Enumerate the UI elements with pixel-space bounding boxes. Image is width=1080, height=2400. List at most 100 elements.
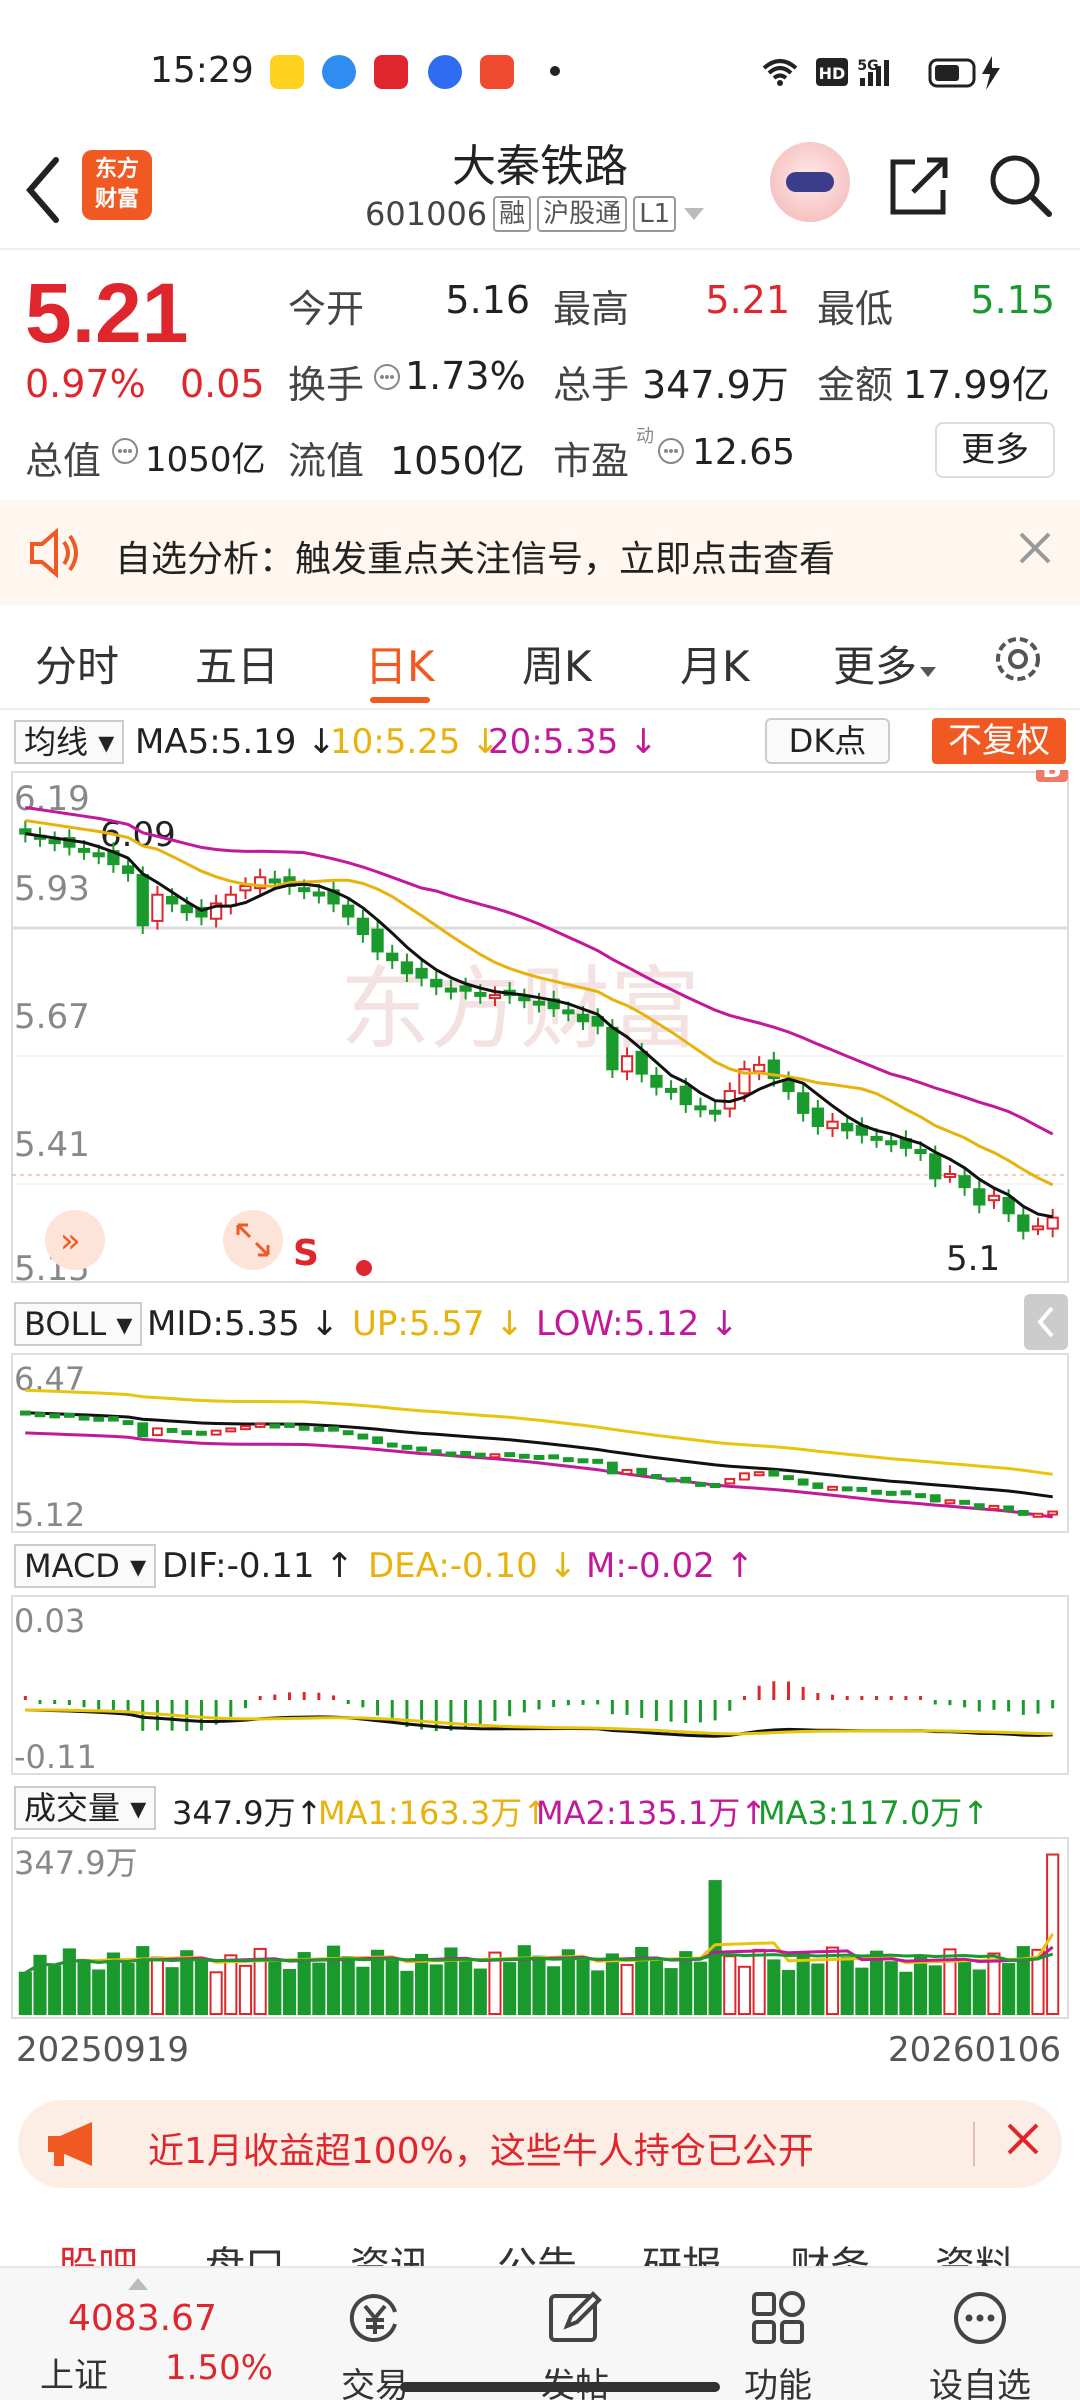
volume-bar [429, 1964, 443, 2015]
candle-body [650, 1074, 663, 1088]
share-icon[interactable] [885, 150, 955, 220]
subtab-research[interactable]: 研报 [642, 2234, 722, 2268]
tab-five-day[interactable]: 五日 [195, 633, 279, 694]
volume-value: 347.9万↑ [172, 1794, 323, 1832]
volume-bar [767, 1959, 781, 2015]
candle-body [77, 847, 91, 853]
index-value[interactable]: 4083.67 [68, 2298, 217, 2339]
info-icon[interactable] [110, 436, 140, 466]
volume-selector[interactable]: 成交量 ▾ [14, 1786, 157, 1830]
ma-selector[interactable]: 均线 ▾ [14, 720, 125, 764]
volume-bar [165, 1967, 179, 2015]
gear-icon[interactable] [990, 631, 1046, 687]
promo-banner[interactable]: 近1月收益超100%，这些牛人持仓已公开 [18, 2100, 1062, 2188]
notice-banner[interactable]: 自选分析：触发重点关注信号，立即点击查看 [0, 500, 1080, 605]
candle-body [635, 1050, 648, 1075]
ma20-value: 20:5.35 ↓ [488, 722, 658, 762]
dif-text: DIF:-0.11 [162, 1546, 315, 1586]
ma-selector-label: 均线 [24, 723, 89, 761]
info-icon[interactable] [372, 362, 402, 392]
boll-candle [386, 1442, 398, 1448]
boll-candle [107, 1416, 119, 1422]
boll-candle [225, 1427, 237, 1433]
ai-assistant-icon[interactable] [770, 142, 850, 222]
search-icon[interactable] [985, 150, 1055, 220]
tab-monthly-k[interactable]: 月K [680, 633, 750, 694]
subtab-profile[interactable]: 资料 [935, 2234, 1015, 2268]
info-icon[interactable] [656, 436, 686, 466]
dropdown-triangle-icon [920, 667, 937, 677]
volume-bar [194, 1960, 209, 2015]
candle-body [562, 1009, 575, 1015]
subtab-orderbook[interactable]: 盘口 [205, 2234, 285, 2268]
m-value: M:-0.02 ↑ [586, 1546, 755, 1586]
boll-candle [489, 1453, 501, 1459]
dif-line [25, 1708, 1053, 1738]
subtab-announcements[interactable]: 公告 [497, 2234, 577, 2268]
boll-tick: 5.12 [14, 1496, 85, 1534]
macd-bars-group [23, 1681, 1055, 1732]
subtab-forum[interactable]: 股吧 [58, 2234, 138, 2268]
baidu-icon [428, 55, 462, 89]
up-triangle-icon [128, 2278, 148, 2290]
notice-close-button[interactable] [1015, 528, 1055, 578]
divider [973, 2122, 975, 2166]
boll-selector[interactable]: BOLL ▾ [14, 1302, 143, 1346]
promo-close-button[interactable] [1003, 2116, 1043, 2170]
y-tick: 5.41 [14, 1125, 90, 1165]
volume-bar [781, 1969, 796, 2015]
volume-bar [796, 1952, 810, 2016]
volume-bar [723, 1955, 737, 2015]
boll-candle [724, 1477, 736, 1485]
more-quote-button[interactable]: 更多 [935, 422, 1055, 478]
macd-selector-label: MACD [24, 1547, 120, 1585]
volume-bars-group [18, 1853, 1060, 2016]
level-tag: L1 [633, 196, 677, 232]
candle-body [694, 1105, 707, 1111]
candle-body [1046, 1216, 1059, 1230]
nav-trade-label: 交易 [341, 2366, 409, 2400]
tab-daily-k[interactable]: 日K [365, 633, 435, 694]
tab-intraday[interactable]: 分时 [35, 633, 119, 694]
boll-candle [783, 1475, 794, 1481]
stock-code-row[interactable]: 601006 融 沪股通 L1 [365, 195, 706, 233]
dea-value: DEA:-0.10 ↓ [368, 1546, 578, 1586]
more-circle-icon [954, 2292, 1006, 2344]
boll-candle [445, 1451, 457, 1457]
close-icon [1007, 2123, 1039, 2155]
dk-point-button[interactable]: DK点 [765, 718, 890, 764]
subtab-finance[interactable]: 财务 [790, 2234, 870, 2268]
candle-body [987, 1194, 1001, 1202]
close-icon [1019, 532, 1051, 564]
volume-bar [121, 1963, 135, 2015]
boll-candle [284, 1422, 295, 1428]
amount-label: 金额 [817, 363, 894, 407]
nav-functions[interactable]: 功能 [718, 2288, 838, 2400]
tab-more[interactable]: 更多 [833, 633, 939, 694]
low-value: 5.15 [970, 278, 1055, 322]
candle-body [943, 1173, 957, 1178]
boll-candle [19, 1410, 31, 1416]
active-tab-indicator [370, 697, 430, 703]
last-price: 5.21 [25, 266, 189, 360]
boll-candle [63, 1412, 75, 1418]
vol-ma2-text: MA2:135.1万 [536, 1794, 741, 1832]
nav-add-watchlist[interactable]: 设自选 [920, 2288, 1040, 2400]
total-value-label: 总值 [25, 439, 102, 483]
boll-candle [1047, 1510, 1059, 1516]
boll-candle [636, 1467, 648, 1476]
k-line-chart[interactable]: 东方财富 6.19 5.93 5.67 5.41 5.15 6.09 5.1 B… [0, 770, 1080, 2030]
tab-weekly-k[interactable]: 周K [522, 633, 592, 694]
candle-body [664, 1087, 678, 1093]
candle-body [753, 1063, 766, 1073]
no-adjust-button[interactable]: 不复权 [932, 718, 1066, 764]
volume-indicator-row: 成交量 ▾ 347.9万↑ MA1:163.3万↑ MA2:135.1万↑ MA… [0, 1778, 1080, 1834]
boll-low-line [25, 1431, 1053, 1519]
macd-selector[interactable]: MACD ▾ [14, 1544, 157, 1588]
vol-ma3-value: MA3:117.0万↑ [758, 1794, 990, 1832]
subtab-news[interactable]: 资讯 [350, 2234, 430, 2268]
tab-more-label: 更多 [833, 642, 918, 691]
boll-candle [504, 1452, 516, 1458]
candle-body [459, 985, 472, 992]
candle-body [298, 887, 311, 893]
